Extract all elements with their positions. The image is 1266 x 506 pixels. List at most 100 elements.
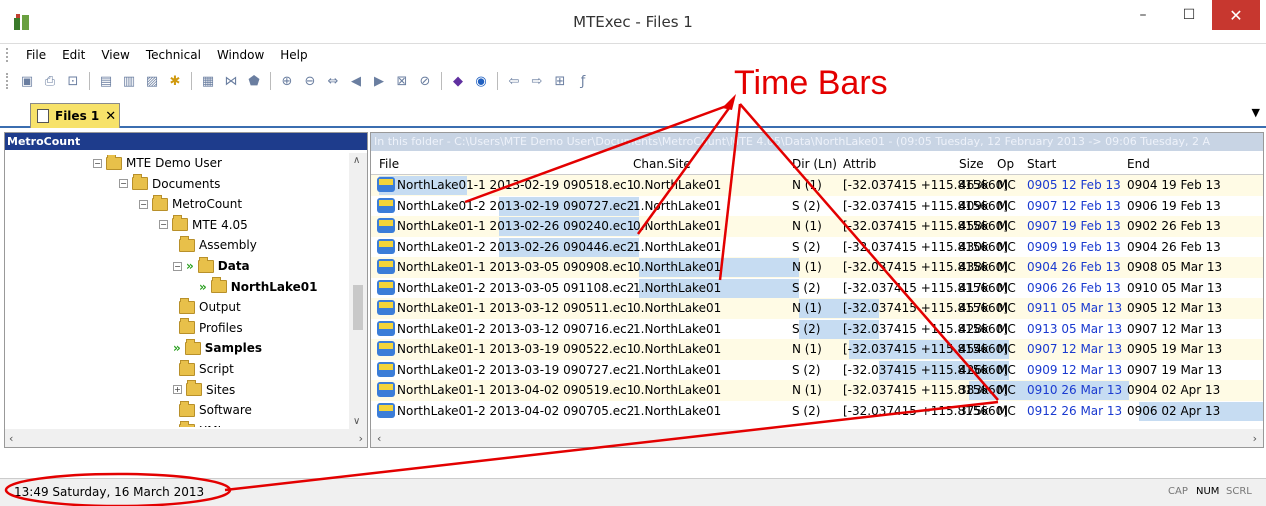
cell-size: 375k [959, 403, 989, 418]
cell-file: NorthLake01-1 2013-04-02 090519.ec1 [397, 383, 635, 397]
tree-item[interactable]: » NorthLake01 [199, 277, 318, 297]
active-arrow-icon: » [173, 341, 181, 356]
close-button[interactable]: ✕ [1212, 0, 1260, 30]
tree-item[interactable]: −» Data [173, 256, 250, 276]
help-icon[interactable]: ◉ [471, 71, 491, 91]
list-horizontal-scrollbar[interactable]: ‹ › [371, 429, 1263, 447]
scroll-right-icon[interactable]: › [1253, 432, 1257, 445]
tree-item[interactable]: Assembly [179, 235, 257, 255]
tree-horizontal-scrollbar[interactable]: ‹ › [5, 429, 367, 447]
table-row[interactable]: NorthLake01-2 2013-03-19 090727.ec2 1.Nor… [371, 360, 1263, 381]
column-header[interactable]: Start [1027, 157, 1056, 171]
table-row[interactable]: NorthLake01-2 2013-03-12 090716.ec2 1.Nor… [371, 319, 1263, 340]
scroll-down-icon[interactable]: ∨ [353, 416, 360, 427]
table-row[interactable]: NorthLake01-2 2013-03-05 091108.ec2 1.Nor… [371, 278, 1263, 299]
print-icon[interactable]: ⎙ [40, 71, 60, 91]
counter-file-icon [377, 238, 395, 254]
menu-bar: File Edit View Technical Window Help [0, 44, 1266, 66]
function-icon[interactable]: ƒ [573, 71, 593, 91]
cell-file: NorthLake01-2 2013-03-05 091108.ec2 [397, 280, 635, 295]
collapse-icon[interactable]: − [119, 179, 128, 189]
scroll-thumb[interactable] [353, 285, 363, 330]
minimize-button[interactable]: – [1120, 0, 1166, 30]
document-icon[interactable]: ▦ [198, 71, 218, 91]
menu-grip [6, 48, 10, 62]
scroll-left-icon[interactable]: ‹ [377, 432, 381, 445]
column-header[interactable]: Size [959, 157, 984, 171]
table-row[interactable]: NorthLake01-2 2013-04-02 090705.ec2 1.Nor… [371, 401, 1263, 422]
zoom-in-icon[interactable]: ⊖ [300, 71, 320, 91]
menu-file[interactable]: File [18, 48, 54, 62]
back-icon[interactable]: ◀ [346, 71, 366, 91]
column-header[interactable]: Chan.Site [633, 157, 691, 171]
cell-chan: 1.NorthLake01 [633, 198, 722, 213]
share-icon[interactable]: ⋈ [221, 71, 241, 91]
collapse-icon[interactable]: − [159, 220, 168, 230]
tree-item[interactable]: − Documents [119, 174, 220, 194]
tree-item[interactable]: » Samples [173, 338, 262, 358]
arrow-left-icon[interactable]: ⇦ [504, 71, 524, 91]
tree-vertical-scrollbar[interactable]: ∧ ∨ [349, 153, 367, 429]
tree-item[interactable]: + Sites [173, 380, 235, 400]
star-icon[interactable]: ✱ [165, 71, 185, 91]
menu-edit[interactable]: Edit [54, 48, 93, 62]
table-row[interactable]: NorthLake01-1 2013-03-05 090908.ec1 0.Nor… [371, 257, 1263, 278]
tree-item[interactable]: Profiles [179, 318, 243, 338]
table-row[interactable]: NorthLake01-1 2013-02-19 090518.ec1 0.Nor… [371, 175, 1263, 196]
collapse-icon[interactable]: − [139, 199, 148, 209]
tree-item-label: NorthLake01 [230, 279, 318, 294]
table-row[interactable]: NorthLake01-1 2013-03-12 090511.ec1 0.Nor… [371, 298, 1263, 319]
tree-item[interactable]: Script [179, 359, 234, 379]
menu-help[interactable]: Help [272, 48, 315, 62]
print-preview-icon[interactable]: ⊡ [63, 71, 83, 91]
cell-start: 0905 12 Feb 13 [1027, 178, 1121, 192]
split-icon[interactable]: ⊞ [550, 71, 570, 91]
cell-end: 0904 26 Feb 13 [1127, 239, 1221, 254]
table-row[interactable]: NorthLake01-2 2013-02-26 090446.ec2 1.Nor… [371, 237, 1263, 258]
book-icon[interactable]: ◆ [448, 71, 468, 91]
menu-view[interactable]: View [93, 48, 137, 62]
tree-item-label: MetroCount [172, 197, 243, 212]
chevron-down-icon[interactable]: ▼ [1252, 106, 1260, 119]
tree-item[interactable]: XML [179, 421, 224, 427]
expand-icon[interactable]: + [173, 385, 182, 395]
scroll-up-icon[interactable]: ∧ [353, 155, 360, 166]
scroll-left-icon[interactable]: ‹ [9, 432, 13, 445]
tree-item[interactable]: Output [179, 297, 241, 317]
tab-files-1[interactable]: Files 1 ✕ [30, 103, 120, 128]
window-title: MTExec - Files 1 [573, 12, 693, 31]
forward-icon[interactable]: ▶ [369, 71, 389, 91]
column-header[interactable]: Op [997, 157, 1014, 171]
table-row[interactable]: NorthLake01-2 2013-02-19 090727.ec2 1.Nor… [371, 196, 1263, 217]
table-row[interactable]: NorthLake01-1 2013-03-19 090522.ec1 0.Nor… [371, 339, 1263, 360]
column-header[interactable]: File [379, 157, 399, 171]
column-header[interactable]: End [1127, 157, 1150, 171]
menu-technical[interactable]: Technical [138, 48, 209, 62]
open-folder-icon[interactable]: ▨ [142, 71, 162, 91]
maximize-button[interactable]: ☐ [1166, 0, 1212, 30]
tree-item[interactable]: − MTE Demo User [93, 155, 222, 173]
refresh-icon[interactable]: ⊘ [415, 71, 435, 91]
collapse-icon[interactable]: − [173, 261, 182, 271]
column-header[interactable]: Dir (Ln) [792, 157, 837, 171]
grid-icon[interactable]: ⊠ [392, 71, 412, 91]
save-icon[interactable]: ▣ [17, 71, 37, 91]
collapse-icon[interactable]: − [93, 158, 102, 168]
folder-tree-icon[interactable]: ▤ [96, 71, 116, 91]
table-row[interactable]: NorthLake01-1 2013-02-26 090240.ec1 0.Nor… [371, 216, 1263, 237]
report-icon[interactable]: ▥ [119, 71, 139, 91]
scroll-right-icon[interactable]: › [359, 432, 363, 445]
arrow-right-icon[interactable]: ⇨ [527, 71, 547, 91]
tree-item[interactable]: − MTE 4.05 [159, 215, 248, 235]
cell-dir: N (1) [792, 178, 822, 192]
tree-item[interactable]: − MetroCount [139, 194, 242, 214]
fit-width-icon[interactable]: ⇔ [323, 71, 343, 91]
column-header[interactable]: Attrib [843, 157, 876, 171]
menu-window[interactable]: Window [209, 48, 272, 62]
tab-close-icon[interactable]: ✕ [105, 109, 116, 124]
cell-size: 430k [959, 239, 989, 254]
table-row[interactable]: NorthLake01-1 2013-04-02 090519.ec1 0.Nor… [371, 380, 1263, 401]
tree-item[interactable]: Software [179, 400, 252, 420]
stamp-icon[interactable]: ⬟ [244, 71, 264, 91]
zoom-icon[interactable]: ⊕ [277, 71, 297, 91]
